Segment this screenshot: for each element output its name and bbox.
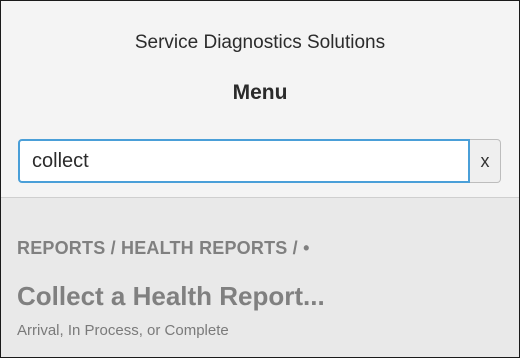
menu-header: Service Diagnostics Solutions Menu x [1,1,519,198]
search-bar: x [18,139,501,183]
search-input[interactable] [18,139,470,183]
search-result-item[interactable]: REPORTS / HEALTH REPORTS / • Collect a H… [1,198,519,357]
app-name: Service Diagnostics Solutions [134,32,386,53]
result-description: Arrival, In Process, or Complete [17,322,229,339]
result-title: Collect a Health Report... [17,281,325,311]
menu-title: Menu [232,81,288,104]
result-breadcrumb: REPORTS / HEALTH REPORTS / • [17,238,310,258]
clear-search-button[interactable]: x [470,139,501,183]
menu-panel: Service Diagnostics Solutions Menu x REP… [0,0,520,358]
